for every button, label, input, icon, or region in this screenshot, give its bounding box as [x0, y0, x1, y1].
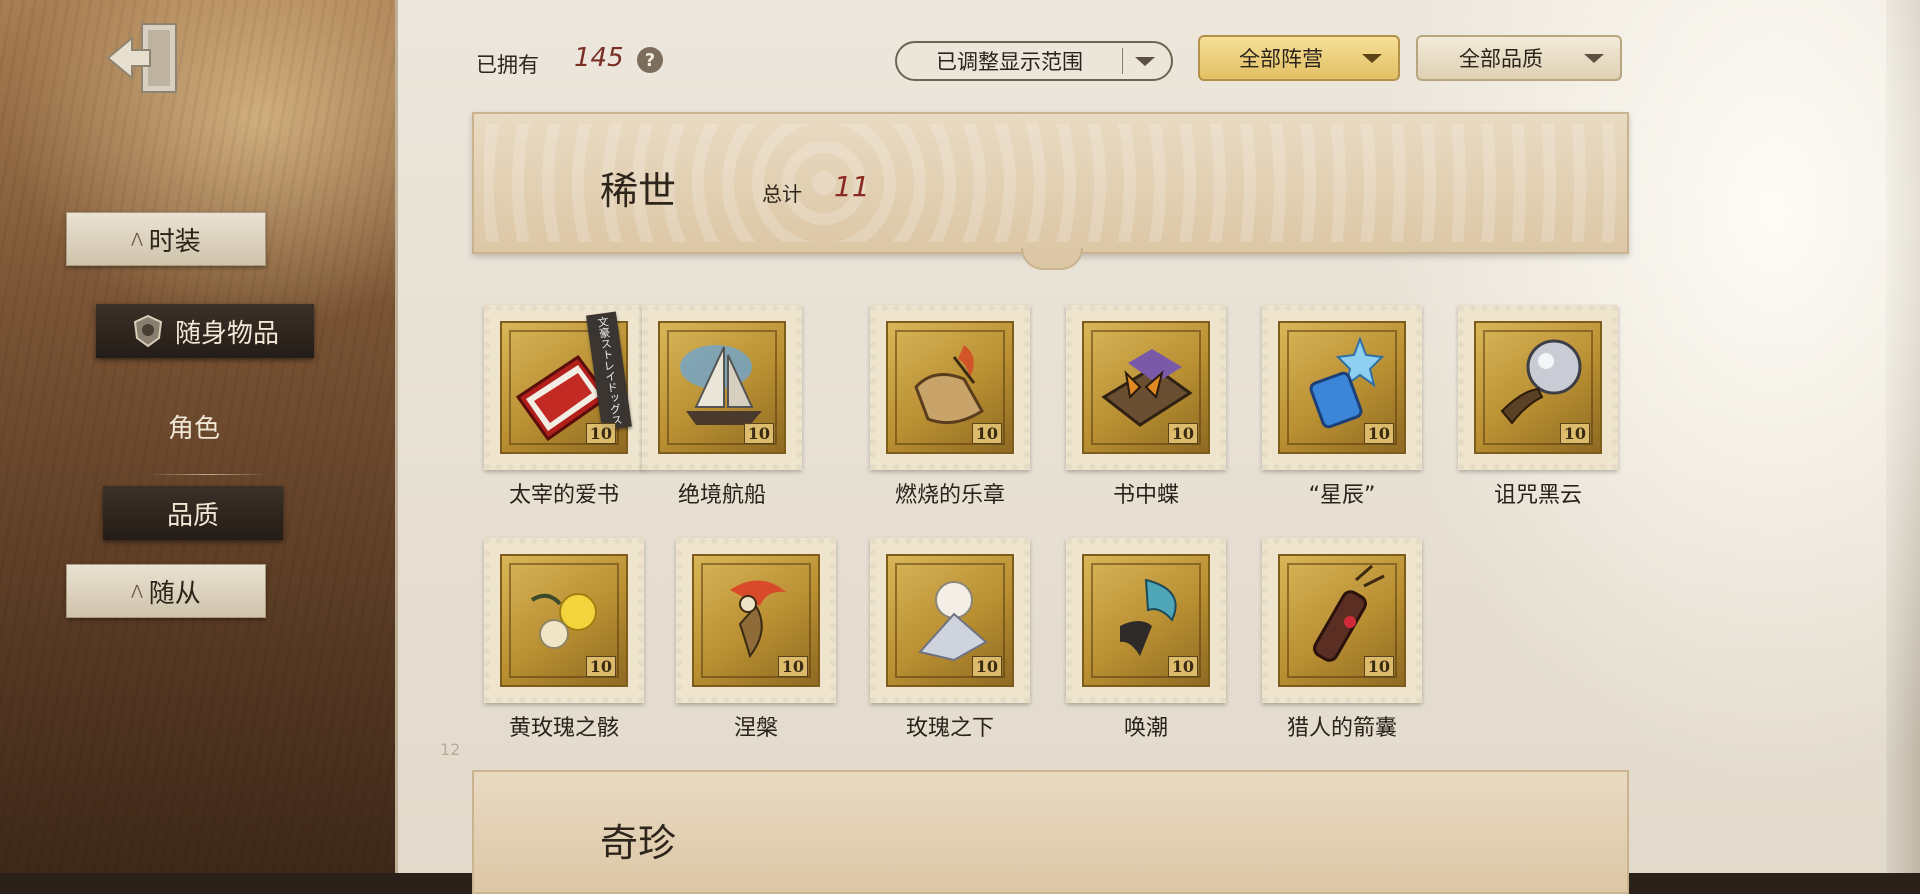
item-name: 猎人的箭囊 [1286, 716, 1397, 741]
item-card[interactable]: 10 唤潮 [1066, 538, 1226, 741]
quality-number: 10 [585, 656, 616, 677]
sidebar-item-quality[interactable]: 品质 [103, 486, 283, 540]
item-card[interactable]: 10 燃烧的乐章 [870, 305, 1030, 508]
quality-number: 10 [971, 656, 1002, 677]
stamp-frame: 10 [642, 305, 802, 470]
sidebar-item-follower[interactable]: ⋀ 随从 [66, 564, 266, 618]
emblem-icon [131, 314, 165, 348]
section-total-value: 11 [834, 170, 870, 203]
quality-number: 10 [1363, 656, 1394, 677]
quality-number: 10 [971, 423, 1002, 444]
item-name: 书中蝶 [1112, 483, 1179, 508]
stamp-frame: 10 [1262, 538, 1422, 703]
dropdown-separator [1122, 48, 1123, 74]
stamp-frame: 10 [1066, 538, 1226, 703]
quality-dropdown[interactable]: 全部品质 [1416, 35, 1622, 81]
stamp-frame: 文豪ストレイドッグス 10 [484, 305, 644, 470]
quality-number: 10 [743, 423, 774, 444]
next-section-title: 奇珍 [600, 821, 677, 865]
sidebar-item-accessories[interactable]: 随身物品 [96, 304, 314, 358]
help-icon[interactable]: ? [637, 47, 663, 73]
item-card[interactable]: 10 诅咒黑云 [1458, 305, 1618, 508]
item-card[interactable]: 文豪ストレイドッグス 10 太宰的爱书 [484, 305, 644, 508]
chevron-down-icon [1584, 53, 1604, 63]
page-edge [1886, 0, 1920, 873]
sidebar-item-character[interactable]: 角色 [96, 400, 292, 452]
item-name: 玫瑰之下 [905, 716, 994, 741]
owned-count: 145 [574, 43, 624, 73]
quality-number: 10 [585, 423, 616, 444]
item-name: 绝境航船 [677, 483, 766, 508]
quality-number: 10 [1167, 423, 1198, 444]
item-name: “星辰” [1308, 483, 1376, 508]
chevron-down-icon [1362, 53, 1382, 63]
stamp-frame: 10 [1066, 305, 1226, 470]
item-name: 诅咒黑云 [1493, 483, 1582, 508]
stamp-frame: 10 [484, 538, 644, 703]
item-card[interactable]: 10 黄玫瑰之骸 [484, 538, 644, 741]
corner-mark-icon: ⋀ [131, 583, 143, 599]
display-range-dropdown[interactable]: 已调整显示范围 [895, 41, 1173, 81]
stamp-frame: 10 [870, 538, 1030, 703]
section-title: 稀世 [600, 169, 677, 213]
item-card[interactable]: 10 “星辰” [1262, 305, 1422, 508]
item-card[interactable]: 10 涅槃 [676, 538, 836, 741]
stamp-frame: 10 [870, 305, 1030, 470]
quality-number: 10 [1363, 423, 1394, 444]
item-name: 黄玫瑰之骸 [508, 716, 619, 741]
item-name: 涅槃 [733, 716, 778, 741]
sidebar-item-fashion[interactable]: ⋀ 时装 [66, 212, 266, 266]
item-name: 燃烧的乐章 [894, 483, 1005, 508]
stamp-frame: 10 [676, 538, 836, 703]
item-card[interactable]: 10 书中蝶 [1066, 305, 1226, 508]
side-nav: ⋀ 时装 随身物品 角色 品质 ⋀ 随从 [0, 0, 400, 873]
chevron-down-icon [1135, 56, 1155, 66]
item-name: 唤潮 [1123, 716, 1168, 741]
stamp-frame: 10 [1458, 305, 1618, 470]
item-card[interactable]: 10 猎人的箭囊 [1262, 538, 1422, 741]
quality-number: 10 [777, 656, 808, 677]
nav-divider [148, 474, 268, 475]
corner-mark-icon: ⋀ [131, 231, 143, 247]
quality-number: 10 [1559, 423, 1590, 444]
faction-dropdown[interactable]: 全部阵营 [1198, 35, 1400, 81]
stamp-frame: 10 [1262, 305, 1422, 470]
page-number: 12 [440, 740, 461, 759]
item-card[interactable]: 10 绝境航船 [642, 305, 802, 508]
quality-number: 10 [1167, 656, 1198, 677]
item-card[interactable]: 10 玫瑰之下 [870, 538, 1030, 741]
section-total-label: 总计 [762, 182, 802, 206]
owned-label: 已拥有 [476, 53, 539, 77]
